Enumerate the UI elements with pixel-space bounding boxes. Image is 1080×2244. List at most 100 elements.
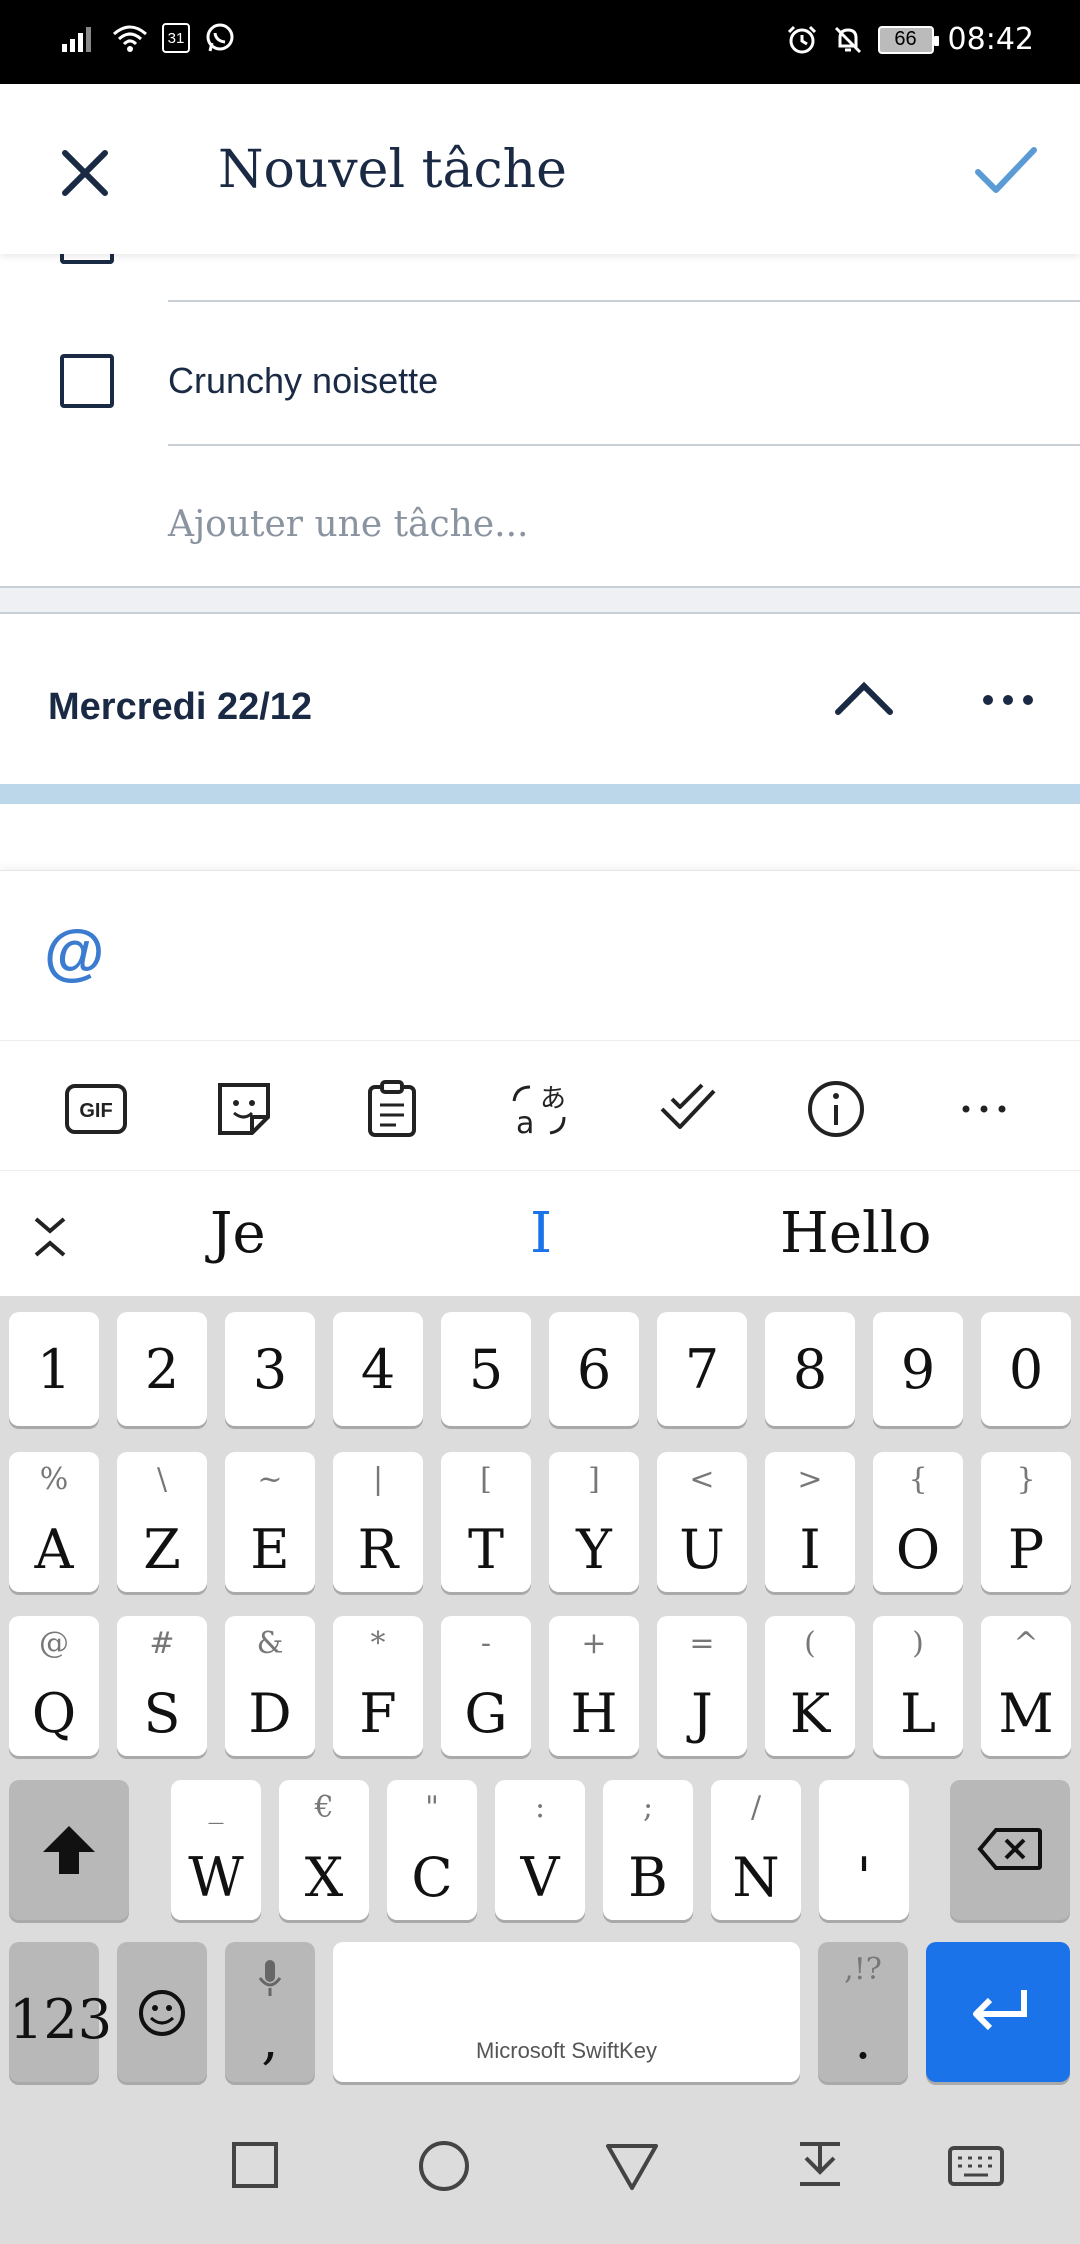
confirm-check-icon[interactable] [970,134,1042,206]
key-alt-label: = [689,1626,715,1661]
key-alt-label: + [581,1626,607,1661]
key-label: X [304,1846,344,1909]
key-label: P [1007,1518,1045,1581]
key-6[interactable]: 6 [549,1312,639,1426]
key-x[interactable]: € X [279,1780,369,1920]
key-i[interactable]: > I [765,1452,855,1592]
enter-key[interactable] [926,1942,1070,2082]
backspace-key[interactable] [950,1780,1070,1920]
key-7[interactable]: 7 [657,1312,747,1426]
add-task-input[interactable]: Ajouter une tâche... [168,504,528,545]
clipboard-icon[interactable] [360,1077,424,1141]
key-w[interactable]: _ W [171,1780,261,1920]
key-4[interactable]: 4 [333,1312,423,1426]
suggestion-3[interactable]: Hello [780,1201,932,1266]
suggestion-1[interactable]: Je [210,1201,266,1266]
comma-key[interactable]: , [225,1942,315,2082]
key-alt-label: * [370,1626,386,1661]
suggestion-2[interactable]: I [530,1201,552,1266]
space-key[interactable]: Microsoft SwiftKey [333,1942,800,2082]
content-under [0,804,1080,870]
key-y[interactable]: ] Y [549,1452,639,1592]
sticker-icon[interactable] [212,1077,276,1141]
tasks-check-icon[interactable] [656,1077,720,1141]
translate-icon[interactable]: a あ [508,1077,572,1141]
key-o[interactable]: {O [873,1452,963,1592]
key-label: H [570,1682,618,1745]
key-alt-label: { [908,1462,928,1497]
gif-icon[interactable]: GIF [64,1077,128,1141]
key-f[interactable]: * F [333,1616,423,1756]
key-label: U [679,1518,725,1581]
key-h[interactable]: + H [549,1616,639,1756]
hide-keyboard-icon[interactable] [790,2138,850,2194]
key-apostrophe[interactable]: ' [819,1780,909,1920]
chevron-up-icon[interactable] [832,672,896,722]
key-q[interactable]: @ Q [9,1616,99,1756]
key-alt-label: % [39,1462,69,1497]
key-u[interactable]: < U [657,1452,747,1592]
key-d[interactable]: & D [225,1616,315,1756]
whatsapp-icon [206,23,234,52]
key-2[interactable]: 2 [117,1312,207,1426]
key-j[interactable]: = J [657,1616,747,1756]
key-label: V [520,1846,560,1909]
progress-strip [0,784,1080,804]
svg-text:a: a [516,1106,534,1139]
key-label: I [799,1518,821,1581]
key-t[interactable]: [T [441,1452,531,1592]
key-3[interactable]: 3 [225,1312,315,1426]
key-alt-label: @ [39,1626,69,1661]
key-e[interactable]: ~ E [225,1452,315,1592]
key-s[interactable]: # S [117,1616,207,1756]
key-r[interactable]: | R [333,1452,423,1592]
key-label: B [628,1846,668,1909]
checkbox-crunchy-noisette[interactable] [60,354,114,408]
key-5[interactable]: 5 [441,1312,531,1426]
key-c[interactable]: " C [387,1780,477,1920]
microphone-icon [258,1960,282,1996]
key-label: K [789,1682,831,1745]
key-n[interactable]: / N [711,1780,801,1920]
key-k[interactable]: (K [765,1616,855,1756]
key-z[interactable]: \ Z [117,1452,207,1592]
at-icon[interactable]: @ [44,917,104,988]
key-label: C [411,1846,453,1909]
recent-apps-icon[interactable] [226,2138,286,2194]
numbers-key[interactable]: 123 [9,1942,112,2082]
info-icon[interactable] [804,1077,868,1141]
key-1[interactable]: 1 [9,1312,99,1426]
checkbox-partial[interactable] [60,254,114,264]
key-label: , [261,2008,279,2071]
collapse-icon[interactable] [30,1215,70,1259]
more-tools-icon[interactable] [952,1077,1016,1141]
key-g[interactable]: -G [441,1616,531,1756]
emoji-key[interactable] [117,1942,207,2082]
key-label: 6 [576,1338,612,1401]
key-l[interactable]: ) L [873,1616,963,1756]
key-a[interactable]: % A [9,1452,99,1592]
period-key[interactable]: ,!?. [818,1942,908,2082]
key-label: R [357,1518,399,1581]
status-right: 66 08:42 [786,22,1034,57]
key-v[interactable]: :V [495,1780,585,1920]
day-section-header[interactable]: Mercredi 22/12 [0,614,1080,784]
key-alt-label: ] [588,1462,600,1497]
more-icon[interactable] [980,690,1036,710]
key-p[interactable]: } P [981,1452,1071,1592]
key-9[interactable]: 9 [873,1312,963,1426]
key-label: G [464,1682,508,1745]
key-label: Y [576,1518,612,1581]
back-icon[interactable] [602,2138,662,2194]
key-alt-label: : [534,1790,546,1825]
keyboard-icon[interactable] [946,2138,1006,2194]
shift-key[interactable] [9,1780,129,1920]
close-icon[interactable] [50,138,120,208]
key-8[interactable]: 8 [765,1312,855,1426]
key-m[interactable]: ^ M [981,1616,1071,1756]
home-icon[interactable] [414,2138,474,2194]
key-b[interactable]: ; B [603,1780,693,1920]
task-label[interactable]: Crunchy noisette [168,360,438,402]
mute-bell-icon [834,26,861,53]
key-0[interactable]: 0 [981,1312,1071,1426]
